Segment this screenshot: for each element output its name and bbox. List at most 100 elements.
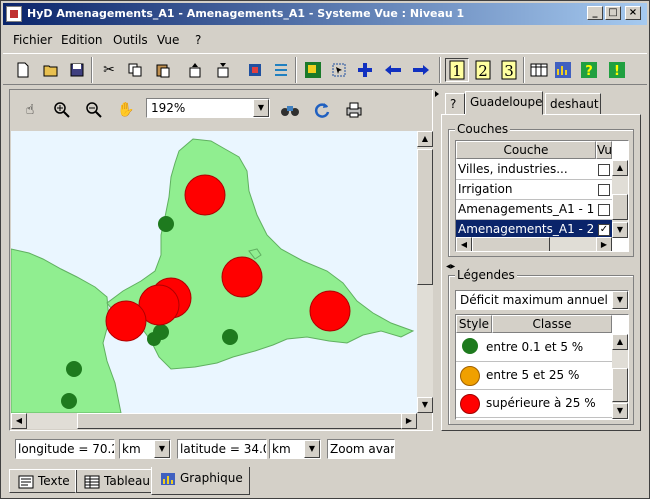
col-header-couche[interactable]: Couche <box>456 141 596 159</box>
tab-deshaut[interactable]: deshaut <box>545 93 601 115</box>
cut-icon[interactable]: ✂ <box>97 58 121 82</box>
menu-fichier[interactable]: Fichier <box>13 33 52 47</box>
pointer-hand-icon[interactable]: ☝ <box>18 98 42 122</box>
small-marker <box>222 329 238 345</box>
help-icon[interactable]: ? <box>577 58 601 82</box>
map-canvas[interactable] <box>11 131 417 413</box>
latitude-unit-select[interactable]: km ▼ <box>269 439 321 459</box>
map-toolbar: ☝ ✋ 192% ▼ <box>10 90 432 130</box>
tab-texte[interactable]: Texte <box>9 469 77 493</box>
save-icon[interactable] <box>65 58 89 82</box>
tab-help[interactable]: ? <box>445 93 465 115</box>
scroll-left-icon[interactable]: ◀ <box>456 237 472 251</box>
scroll-thumb[interactable] <box>472 237 550 251</box>
chevron-down-icon[interactable]: ▼ <box>154 440 170 458</box>
tools-icon[interactable] <box>269 58 293 82</box>
panel-splitter[interactable] <box>434 89 440 431</box>
large-marker <box>105 300 147 342</box>
zoom-in-icon[interactable] <box>50 98 74 122</box>
splitter-arrows-icon[interactable]: ◀▶ <box>446 263 455 270</box>
legend-vertical-scrollbar[interactable]: ▲ ▼ <box>612 334 628 419</box>
legendes-title: Légendes <box>455 268 517 282</box>
open-icon[interactable] <box>39 58 63 82</box>
new-icon[interactable] <box>11 58 35 82</box>
export-icon[interactable] <box>183 58 207 82</box>
arrow-left-icon[interactable] <box>381 58 405 82</box>
layer-visible-checkbox[interactable] <box>598 204 610 216</box>
copy-icon[interactable] <box>123 58 147 82</box>
scroll-left-icon[interactable]: ◀ <box>11 413 27 429</box>
text-icon <box>18 475 34 489</box>
layers-icon[interactable] <box>243 58 267 82</box>
layer-visible-checkbox[interactable] <box>598 184 610 196</box>
map-view-icon[interactable] <box>301 58 325 82</box>
menu-vue[interactable]: Vue <box>157 33 179 47</box>
tab-tableau[interactable]: Tableau <box>75 469 157 493</box>
legend-swatch-orange <box>460 366 480 386</box>
info-icon[interactable]: ! <box>605 58 629 82</box>
legend-type-select[interactable]: Déficit maximum annuel ▼ <box>455 290 629 310</box>
scroll-thumb[interactable] <box>612 194 628 220</box>
couches-horizontal-scrollbar[interactable]: ◀ ▶ <box>456 237 612 251</box>
menu-edition[interactable]: Edition <box>61 33 103 47</box>
col-header-classe[interactable]: Classe <box>492 315 612 333</box>
scroll-right-icon[interactable]: ▶ <box>401 413 417 429</box>
chevron-down-icon[interactable]: ▼ <box>304 440 320 458</box>
paste-icon[interactable] <box>151 58 175 82</box>
menu-outils[interactable]: Outils <box>113 33 148 47</box>
level-1-icon[interactable]: 1 <box>445 58 469 82</box>
legend-row[interactable]: entre 5 et 25 % <box>456 362 612 390</box>
layer-visible-checkbox[interactable] <box>598 164 610 176</box>
table-icon[interactable] <box>527 58 551 82</box>
map-vertical-scrollbar[interactable]: ▲ ▼ <box>417 131 433 413</box>
maximize-button[interactable]: □ <box>605 6 621 20</box>
scroll-up-icon[interactable]: ▲ <box>417 131 433 147</box>
scroll-down-icon[interactable]: ▼ <box>612 403 628 419</box>
scroll-thumb[interactable] <box>417 149 433 285</box>
scroll-up-icon[interactable]: ▲ <box>612 334 628 350</box>
couches-vertical-scrollbar[interactable]: ▲ ▼ <box>612 160 628 238</box>
arrow-right-icon[interactable] <box>409 58 433 82</box>
title-bar[interactable]: HyD Amenagements_A1 - Amenagements_A1 - … <box>3 3 647 25</box>
menu-help[interactable]: ? <box>195 33 201 47</box>
chevron-down-icon[interactable]: ▼ <box>253 99 269 117</box>
level-3-icon[interactable]: 3 <box>497 58 521 82</box>
refresh-icon[interactable] <box>310 98 334 122</box>
zoom-out-icon[interactable] <box>82 98 106 122</box>
legendes-group: Légendes Déficit maximum annuel ▼ Style … <box>448 268 634 425</box>
add-icon[interactable] <box>353 58 377 82</box>
legend-row[interactable]: entre 0.1 et 5 % <box>456 334 612 362</box>
longitude-unit-select[interactable]: km ▼ <box>119 439 171 459</box>
layer-visible-checkbox[interactable]: ✓ <box>598 224 610 236</box>
scroll-thumb[interactable] <box>77 413 413 429</box>
legend-row[interactable]: supérieure à 25 % <box>456 390 612 418</box>
scroll-down-icon[interactable]: ▼ <box>417 397 433 413</box>
minimize-button[interactable]: _ <box>587 6 603 20</box>
tab-graphique-label: Graphique <box>180 471 243 485</box>
select-icon[interactable] <box>327 58 351 82</box>
col-header-vue[interactable]: Vue <box>596 141 612 159</box>
tab-guadeloupe[interactable]: Guadeloupe <box>465 91 543 115</box>
scroll-up-icon[interactable]: ▲ <box>612 160 628 176</box>
scroll-right-icon[interactable]: ▶ <box>596 237 612 251</box>
scroll-thumb[interactable] <box>612 368 628 402</box>
print-icon[interactable] <box>342 98 366 122</box>
zoom-level-select[interactable]: 192% ▼ <box>146 98 270 118</box>
tab-graphique[interactable]: Graphique <box>151 467 250 495</box>
chevron-down-icon[interactable]: ▼ <box>612 291 628 309</box>
table-row[interactable]: Amenagements_A1 - 1 <box>456 200 612 220</box>
level-2-icon[interactable]: 2 <box>471 58 495 82</box>
chart-icon[interactable] <box>551 58 575 82</box>
tab-texte-label: Texte <box>38 474 70 488</box>
import-icon[interactable] <box>211 58 235 82</box>
binoculars-icon[interactable] <box>278 98 302 122</box>
pan-hand-icon[interactable]: ✋ <box>114 98 138 122</box>
close-button[interactable]: × <box>625 6 641 20</box>
menu-bar: Fichier Edition Outils Vue ? <box>3 29 647 51</box>
table-row[interactable]: Irrigation <box>456 180 612 200</box>
map-drawing[interactable] <box>11 131 417 413</box>
scroll-down-icon[interactable]: ▼ <box>612 222 628 238</box>
map-horizontal-scrollbar[interactable]: ◀ ▶ <box>11 413 417 429</box>
table-row[interactable]: Villes, industries... <box>456 160 612 180</box>
col-header-style[interactable]: Style <box>456 315 492 333</box>
